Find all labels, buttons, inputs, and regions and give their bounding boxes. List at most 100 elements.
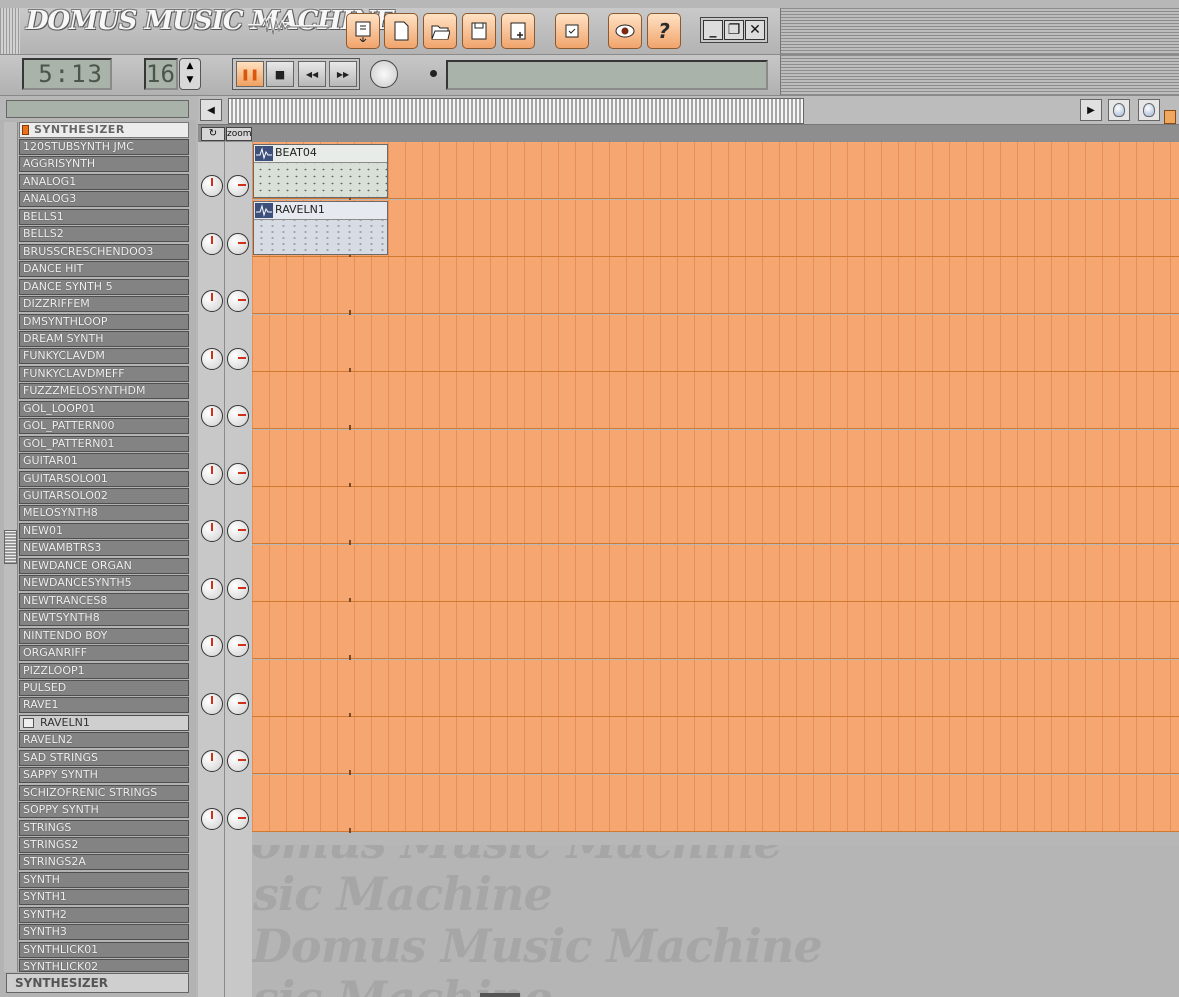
library-item[interactable]: FUZZZMELOSYNTHDM — [19, 383, 189, 400]
library-item[interactable]: PULSED — [19, 679, 189, 696]
save-button[interactable] — [462, 13, 496, 49]
new-file-button[interactable] — [384, 13, 418, 49]
arranger-grid[interactable] — [252, 142, 1179, 845]
volume-knob-icon[interactable] — [201, 175, 223, 197]
arranger-scroll-thumb[interactable] — [228, 98, 804, 124]
library-item[interactable]: 120STUBSYNTH JMC — [19, 139, 189, 155]
library-item[interactable]: FUNKYCLAVDMEFF — [19, 365, 189, 382]
pause-button[interactable]: ❚❚ — [236, 61, 264, 87]
checkbox-button[interactable] — [555, 13, 589, 49]
track-row[interactable] — [252, 487, 1179, 545]
pan-knob-icon[interactable] — [227, 347, 249, 370]
track-row[interactable] — [252, 314, 1179, 373]
library-item[interactable]: BELLS2 — [19, 226, 189, 243]
rewind-button[interactable]: ◀◀ — [298, 61, 326, 87]
library-item[interactable]: NEWDANCE ORGAN — [19, 557, 189, 574]
close-button[interactable]: ✕ — [745, 20, 765, 40]
track-row[interactable] — [252, 372, 1179, 430]
metronome-knob-icon[interactable] — [370, 60, 398, 88]
library-item[interactable]: ANALOG1 — [19, 173, 189, 190]
library-item[interactable]: DANCE SYNTH 5 — [19, 278, 189, 295]
library-item[interactable]: GOL_PATTERN00 — [19, 418, 189, 435]
clip-beat04[interactable]: BEAT04 — [253, 144, 388, 198]
pan-knob-icon[interactable] — [227, 405, 249, 427]
title-grip[interactable] — [0, 8, 20, 54]
pan-knob-icon[interactable] — [227, 175, 249, 197]
library-item[interactable]: NEWDANCESYNTH5 — [19, 575, 189, 592]
track-row[interactable] — [252, 199, 1179, 258]
library-item[interactable]: GUITARSOLO01 — [19, 470, 189, 487]
pan-knob-icon[interactable] — [227, 577, 249, 600]
stop-button[interactable]: ■ — [266, 61, 294, 87]
library-item[interactable]: DMSYNTHLOOP — [19, 313, 189, 330]
library-item[interactable]: SOPPY SYNTH — [19, 802, 189, 819]
help-button[interactable]: ? — [647, 13, 681, 49]
pan-knob-icon[interactable] — [227, 692, 249, 715]
library-item[interactable]: AGGRISYNTH — [19, 156, 189, 173]
track-row[interactable] — [252, 717, 1179, 775]
volume-knob-icon[interactable] — [201, 750, 223, 772]
chevron-down-icon[interactable]: ▼ — [180, 73, 200, 87]
library-item[interactable]: RAVELN2 — [19, 732, 189, 749]
scroll-right-button[interactable]: ▶ — [1080, 99, 1102, 121]
track-row[interactable] — [252, 774, 1179, 833]
library-item[interactable]: BRUSSCRESCHENDOO3 — [19, 243, 189, 260]
library-item[interactable]: STRINGS2 — [19, 837, 189, 853]
library-item[interactable]: STRINGS2A — [19, 854, 189, 871]
library-item[interactable]: DREAM SYNTH — [19, 330, 189, 347]
library-item[interactable]: DANCE HIT — [19, 261, 189, 278]
download-button[interactable] — [346, 13, 380, 49]
library-item[interactable]: FUNKYCLAVDM — [19, 348, 189, 365]
library-item[interactable]: SYNTHLICK02 — [19, 959, 189, 972]
track-row[interactable] — [252, 544, 1179, 603]
library-item[interactable]: SYNTH1 — [19, 889, 189, 906]
pan-knob-icon[interactable] — [227, 520, 249, 542]
pan-knob-icon[interactable] — [227, 807, 249, 830]
pan-knob-icon[interactable] — [227, 750, 249, 772]
restore-button[interactable]: ❐ — [724, 20, 744, 40]
bpm-spinner[interactable]: ▲ ▼ — [179, 58, 201, 90]
library-footer[interactable]: SYNTHESIZER — [6, 973, 189, 993]
track-row[interactable] — [252, 257, 1179, 315]
timeline-ruler[interactable] — [198, 125, 1179, 143]
view-button[interactable] — [608, 13, 642, 49]
library-item[interactable]: NINTENDO BOY — [19, 627, 189, 644]
library-search-field[interactable] — [6, 100, 189, 118]
library-item[interactable]: GOL_PATTERN01 — [19, 435, 189, 452]
volume-knob-icon[interactable] — [201, 232, 223, 255]
library-item[interactable]: ORGANRIFF — [19, 645, 189, 662]
library-item[interactable]: RAVE1 — [19, 697, 189, 714]
volume-knob-icon[interactable] — [201, 405, 223, 427]
library-scroll-thumb[interactable] — [4, 530, 17, 564]
volume-knob-icon[interactable] — [201, 577, 223, 600]
pan-knob-icon[interactable] — [227, 635, 249, 657]
library-item[interactable]: SYNTHLICK01 — [19, 941, 189, 958]
zoom-in-button[interactable] — [1138, 99, 1160, 121]
clip-raveln1[interactable]: RAVELN1 — [253, 201, 388, 255]
library-item[interactable]: SAD STRINGS — [19, 749, 189, 766]
volume-knob-icon[interactable] — [201, 807, 223, 830]
library-item[interactable]: PIZZLOOP1 — [19, 662, 189, 679]
library-item[interactable]: NEWAMBTRS3 — [19, 540, 189, 557]
pan-knob-icon[interactable] — [227, 232, 249, 255]
library-category-header[interactable]: SYNTHESIZER — [19, 122, 189, 138]
library-item[interactable]: SYNTH — [19, 871, 189, 888]
library-item[interactable]: RAVELN1 — [19, 714, 189, 731]
library-item[interactable]: STRINGS — [19, 819, 189, 836]
volume-knob-icon[interactable] — [201, 692, 223, 715]
loop-button[interactable]: ↻ — [201, 127, 225, 141]
track-row[interactable] — [252, 142, 1179, 200]
zoom-out-button[interactable] — [1108, 99, 1130, 121]
library-item[interactable]: SYNTH2 — [19, 906, 189, 923]
open-folder-button[interactable] — [423, 13, 457, 49]
save-as-button[interactable] — [501, 13, 535, 49]
pan-knob-icon[interactable] — [227, 462, 249, 485]
scroll-left-button[interactable]: ◀ — [200, 99, 222, 121]
library-item[interactable]: SYNTH3 — [19, 924, 189, 941]
volume-knob-icon[interactable] — [201, 347, 223, 370]
volume-knob-icon[interactable] — [201, 520, 223, 542]
chevron-up-icon[interactable]: ▲ — [180, 59, 200, 73]
pan-knob-icon[interactable] — [227, 290, 249, 312]
volume-knob-icon[interactable] — [201, 290, 223, 312]
volume-knob-icon[interactable] — [201, 462, 223, 485]
